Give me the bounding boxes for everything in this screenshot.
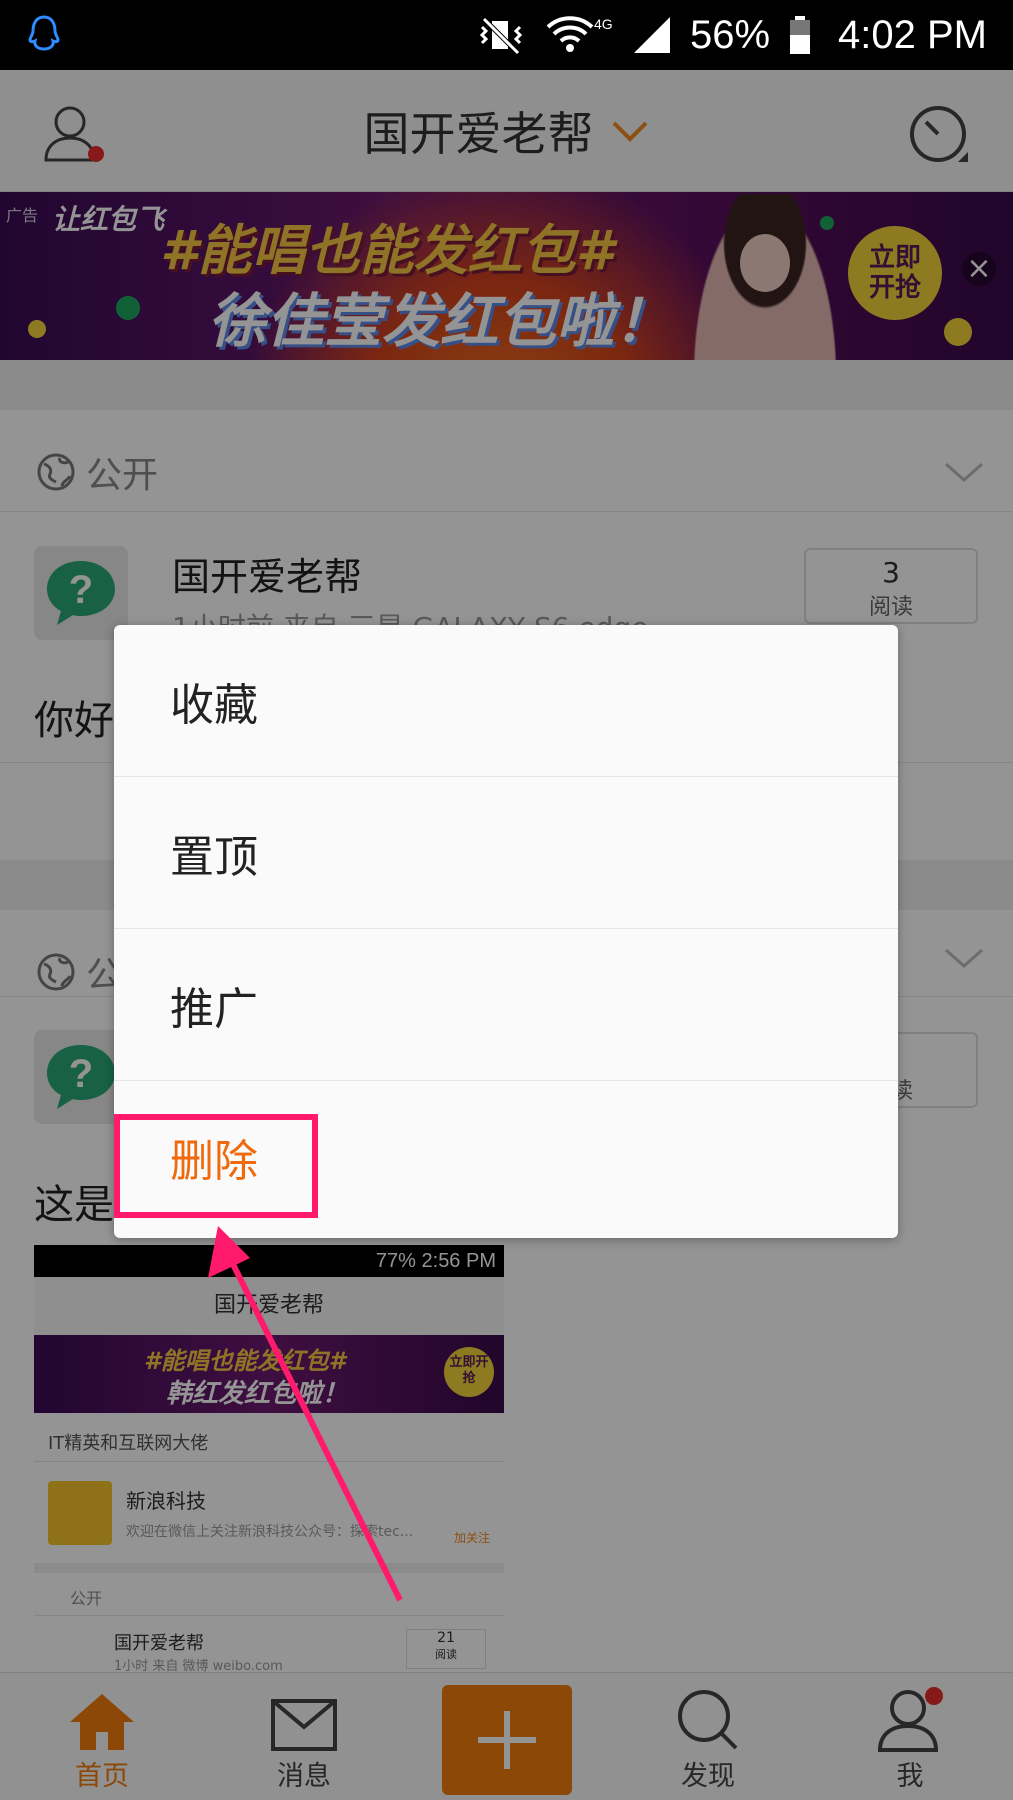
qq-notification-icon [28,15,60,51]
menu-item-pin[interactable]: 置顶 [114,777,898,929]
vibrate-mute-icon [479,17,523,55]
battery-icon [790,16,811,54]
menu-item-promote[interactable]: 推广 [114,929,898,1081]
status-bar: 4G 56% 4:02 PM [0,0,1013,70]
menu-item-favorite[interactable]: 收藏 [114,625,898,777]
annotation-arrow [208,1226,403,1602]
highlight-box [114,1114,318,1218]
battery-percent: 56% [689,12,771,57]
svg-text:4G: 4G [594,16,613,32]
wifi-icon: 4G [546,16,613,52]
signal-icon [633,17,670,53]
clock: 4:02 PM [838,12,987,57]
